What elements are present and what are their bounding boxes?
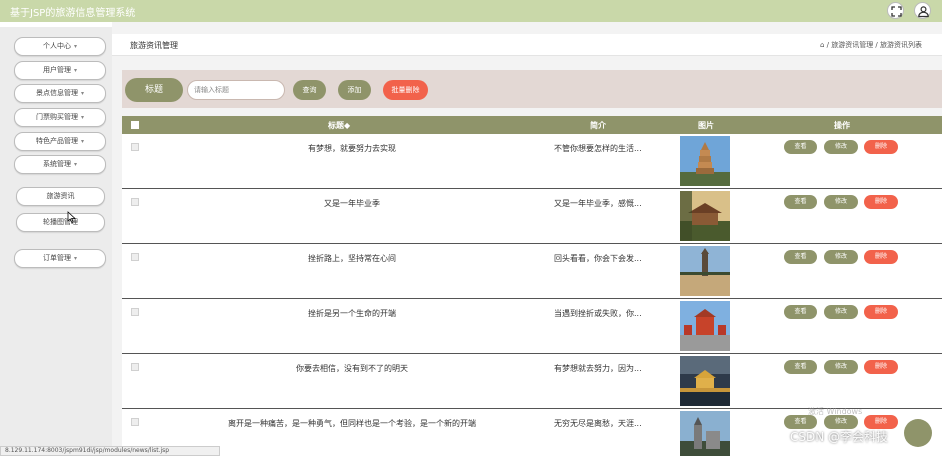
edit-button[interactable]: 修改 <box>824 415 858 429</box>
add-button[interactable]: 添加 <box>338 80 371 100</box>
view-button[interactable]: 查看 <box>784 140 817 154</box>
row-title: 挫折是另一个生命的开端 <box>308 309 396 318</box>
app-title: 基于JSP的旅游信息管理系统 <box>10 8 136 19</box>
chevron-down-icon: ▾ <box>80 138 84 145</box>
sidebar-item-label: 个人中心 <box>42 42 71 50</box>
header-intro: 简介 <box>590 121 606 130</box>
search-field-label: 标题 <box>125 78 183 102</box>
chevron-down-icon: ▾ <box>73 255 77 262</box>
chevron-down-icon: ▾ <box>80 114 84 121</box>
castle-photo <box>680 411 730 456</box>
breadcrumb-bar: 旅游资讯管理 ⌂ / 旅游资讯管理 / 旅游资讯列表 <box>112 34 942 56</box>
sidebar-item-carousel-management[interactable]: 轮播图管理 <box>16 213 105 232</box>
view-button[interactable]: 查看 <box>784 195 817 209</box>
breadcrumb[interactable]: ⌂ / 旅游资讯管理 / 旅游资讯列表 <box>820 40 922 50</box>
row-title: 又是一年毕业季 <box>324 199 380 208</box>
search-input[interactable] <box>187 80 285 100</box>
os-watermark: 激活 Windows <box>808 407 863 416</box>
sidebar-item-user-management[interactable]: 用户管理 ▾ <box>14 61 106 80</box>
delete-button[interactable]: 删除 <box>864 250 898 264</box>
header-title[interactable]: 标题◆ <box>328 120 350 131</box>
sidebar-item-label: 系统管理 <box>42 160 71 168</box>
sidebar-item-specialty-management[interactable]: 特色产品管理 ▾ <box>14 132 106 151</box>
delete-button[interactable]: 删除 <box>864 195 898 209</box>
view-button[interactable]: 查看 <box>784 305 817 319</box>
status-url: 8.129.11.174:8003/jspm91di/jsp/modules/n… <box>0 446 220 456</box>
top-bar: 基于JSP的旅游信息管理系统 <box>0 0 942 22</box>
view-button[interactable]: 查看 <box>784 415 817 429</box>
table-row: 有梦想，就要努力去实现 不管你想要怎样的生活... 查看 修改 删除 <box>122 134 942 189</box>
edit-button[interactable]: 修改 <box>824 360 858 374</box>
row-title: 有梦想，就要努力去实现 <box>308 144 396 153</box>
query-button[interactable]: 查询 <box>293 80 326 100</box>
bridge-photo <box>680 356 730 406</box>
sidebar-item-personal-center[interactable]: 个人中心 ▾ <box>14 37 106 56</box>
pagoda-photo <box>680 136 730 186</box>
table-row: 挫折路上，坚持常在心间 回头看看，你会下会发... 查看 修改 删除 <box>122 244 942 299</box>
row-title: 你要去相信，没有到不了的明天 <box>296 364 408 373</box>
sidebar-item-attraction-management[interactable]: 景点信息管理 ▾ <box>14 84 106 103</box>
edit-button[interactable]: 修改 <box>824 305 858 319</box>
sidebar-item-system-management[interactable]: 系统管理 ▾ <box>14 155 106 174</box>
tower-lake-photo <box>680 246 730 296</box>
row-intro: 无穷无尽是离愁，天涯... <box>554 419 642 428</box>
row-checkbox[interactable] <box>131 363 139 371</box>
page-title: 旅游资讯管理 <box>130 41 178 50</box>
sidebar-item-label: 旅游资讯 <box>46 192 75 200</box>
row-intro: 回头看看，你会下会发... <box>554 254 642 263</box>
row-title: 挫折路上，坚持常在心间 <box>308 254 396 263</box>
table-header: 标题◆ 简介 图片 操作 <box>122 116 942 134</box>
chevron-down-icon: ▾ <box>73 161 77 168</box>
table-row: 你要去相信，没有到不了的明天 有梦想就去努力，因为... 查看 修改 删除 <box>122 354 942 409</box>
sidebar-item-label: 景点信息管理 <box>35 89 78 97</box>
chevron-down-icon: ▾ <box>73 43 77 50</box>
row-intro: 又是一年毕业季，感慨... <box>554 199 642 208</box>
sidebar-item-label: 门票购买管理 <box>35 113 78 121</box>
row-checkbox[interactable] <box>131 198 139 206</box>
sidebar-item-label: 特色产品管理 <box>35 137 78 145</box>
select-all-checkbox[interactable] <box>131 121 139 129</box>
pavilion-photo <box>680 301 730 351</box>
fullscreen-icon[interactable] <box>887 2 904 19</box>
row-intro: 有梦想就去努力，因为... <box>554 364 642 373</box>
row-checkbox[interactable] <box>131 143 139 151</box>
main-content: 旅游资讯管理 ⌂ / 旅游资讯管理 / 旅游资讯列表 标题 查询 添加 批量删除… <box>112 22 942 456</box>
edit-button[interactable]: 修改 <box>824 250 858 264</box>
delete-button[interactable]: 删除 <box>864 360 898 374</box>
table-row: 挫折是另一个生命的开端 当遇到挫折或失败，你... 查看 修改 删除 <box>122 299 942 354</box>
edit-button[interactable]: 修改 <box>824 195 858 209</box>
mouse-cursor-icon <box>67 211 76 223</box>
table-row: 又是一年毕业季 又是一年毕业季，感慨... 查看 修改 删除 <box>122 189 942 244</box>
csdn-watermark: CSDN @李会科技 <box>790 430 889 444</box>
row-title: 离开是一种痛苦，是一种勇气，但同样也是一个考验，是一个新的开端 <box>228 419 476 428</box>
view-button[interactable]: 查看 <box>784 360 817 374</box>
temple-photo <box>680 191 730 241</box>
chevron-down-icon: ▾ <box>73 67 77 74</box>
search-bar: 标题 查询 添加 批量删除 <box>122 70 942 108</box>
row-checkbox[interactable] <box>131 418 139 426</box>
user-icon[interactable] <box>914 2 931 19</box>
delete-button[interactable]: 删除 <box>864 140 898 154</box>
floating-action-button[interactable] <box>904 419 932 447</box>
header-actions: 操作 <box>834 121 850 130</box>
sidebar-item-label: 订单管理 <box>42 254 71 262</box>
sidebar: 个人中心 ▾ 用户管理 ▾ 景点信息管理 ▾ 门票购买管理 ▾ 特色产品管理 ▾ 系统管理… <box>0 27 112 456</box>
edit-button[interactable]: 修改 <box>824 140 858 154</box>
view-button[interactable]: 查看 <box>784 250 817 264</box>
header-image: 图片 <box>698 121 714 130</box>
chevron-down-icon: ▾ <box>80 90 84 97</box>
row-checkbox[interactable] <box>131 253 139 261</box>
sidebar-item-order-management[interactable]: 订单管理 ▾ <box>14 249 106 268</box>
row-checkbox[interactable] <box>131 308 139 316</box>
sidebar-item-label: 用户管理 <box>42 66 71 74</box>
sidebar-item-travel-news[interactable]: 旅游资讯 <box>16 187 105 206</box>
row-intro: 当遇到挫折或失败，你... <box>554 309 642 318</box>
delete-button[interactable]: 删除 <box>864 415 898 429</box>
row-intro: 不管你想要怎样的生活... <box>554 144 642 153</box>
sidebar-item-ticket-management[interactable]: 门票购买管理 ▾ <box>14 108 106 127</box>
batch-delete-button[interactable]: 批量删除 <box>383 80 428 100</box>
delete-button[interactable]: 删除 <box>864 305 898 319</box>
